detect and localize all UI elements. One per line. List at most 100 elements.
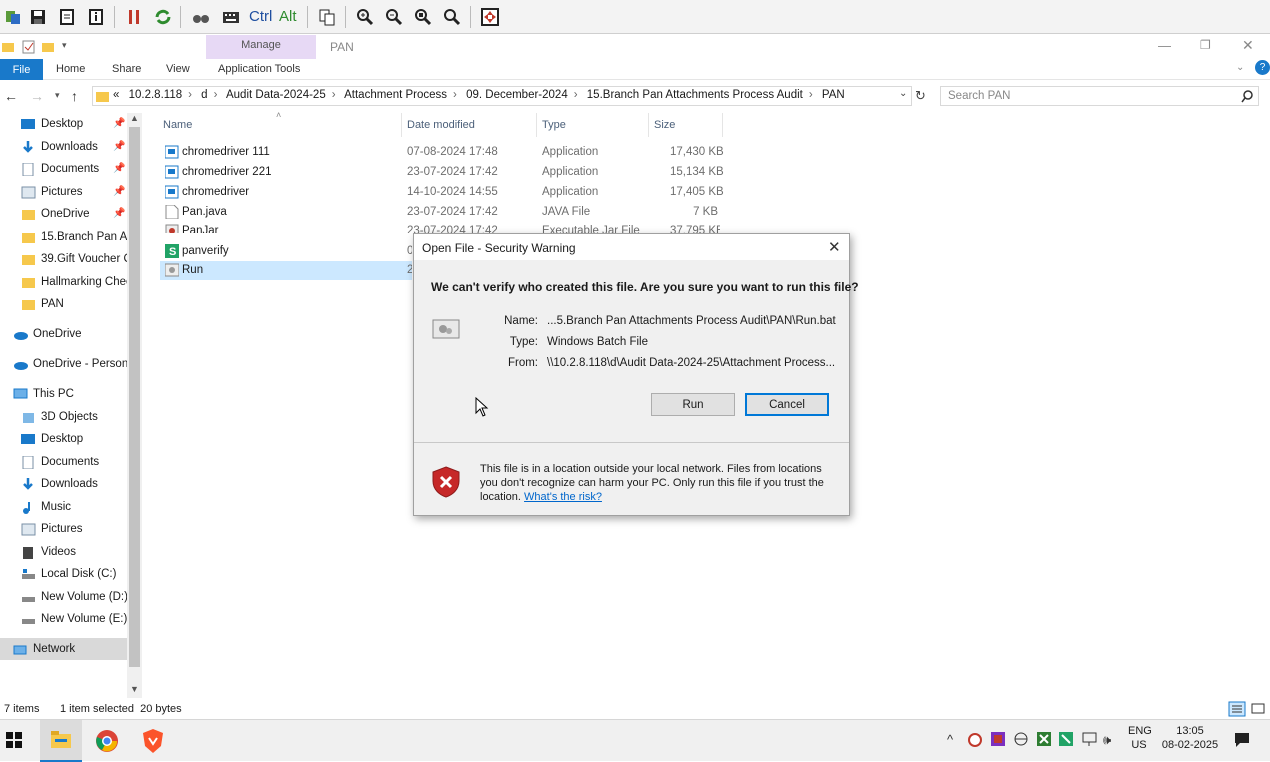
send-file-icon[interactable] [2, 6, 24, 28]
nav-onedrive-personal[interactable]: OneDrive - Persona [13, 355, 128, 373]
chrome-icon[interactable] [95, 729, 119, 753]
recent-locations-icon[interactable]: ▾ [55, 90, 60, 101]
details-view-icon[interactable] [1228, 701, 1246, 717]
notifications-icon[interactable] [1234, 732, 1250, 748]
address-bar[interactable]: « 10.2.8.118 › d › Audit Data-2024-25 › Att… [92, 86, 912, 106]
binoculars-icon[interactable] [190, 6, 212, 28]
nav-onedrive[interactable]: OneDrive [13, 325, 82, 343]
refresh-icon[interactable]: ↻ [915, 88, 926, 104]
maximize-button[interactable]: ❐ [1200, 38, 1211, 52]
tab-share[interactable]: Share [112, 63, 141, 75]
copy-icon[interactable] [316, 6, 338, 28]
antivirus-tray-icon[interactable] [967, 732, 983, 748]
help-icon[interactable]: ? [1255, 60, 1270, 75]
nav-network[interactable]: Network [13, 640, 75, 658]
nav-hallmarking[interactable]: Hallmarking Chec [21, 273, 128, 291]
tab-view[interactable]: View [166, 63, 190, 75]
nav-onedrive-folder[interactable]: OneDrive [21, 205, 90, 223]
whats-the-risk-link[interactable]: What's the risk? [524, 491, 602, 503]
column-header-type[interactable]: Type [542, 119, 566, 131]
file-explorer-taskbar-button[interactable] [40, 720, 82, 762]
volume-icon[interactable]: 🕪 [1103, 732, 1111, 748]
zoom-out-icon[interactable] [383, 6, 405, 28]
tab-file[interactable]: File [0, 59, 43, 80]
nav-this-pc[interactable]: This PC [13, 385, 74, 403]
column-header-date[interactable]: Date modified [407, 119, 475, 131]
brave-icon[interactable] [141, 728, 165, 754]
file-row[interactable]: chromedriver 111 07-08-2024 17:48 Applicat… [160, 143, 724, 162]
address-dropdown-icon[interactable]: ⌄ [899, 88, 907, 99]
breadcrumb-december[interactable]: 09. December-2024 [466, 89, 568, 101]
nav-pan[interactable]: PAN [21, 295, 64, 313]
excel-tray-icon[interactable] [1058, 731, 1074, 747]
nav-pc-downloads[interactable]: Downloads [21, 475, 98, 493]
nav-3d-objects[interactable]: 3D Objects [21, 408, 98, 426]
tool-tray-icon[interactable] [1036, 731, 1052, 747]
search-input[interactable]: Search PAN [940, 86, 1259, 106]
ctrl-key-button[interactable]: Ctrl [249, 8, 272, 25]
tab-home[interactable]: Home [56, 63, 85, 75]
network-status-icon[interactable] [1081, 731, 1099, 747]
nav-pictures[interactable]: Pictures [21, 183, 83, 201]
file-row[interactable]: chromedriver 221 23-07-2024 17:42 Applicat… [160, 163, 724, 182]
file-row-selected[interactable]: Run 2 [160, 261, 412, 280]
properties-icon[interactable] [56, 6, 78, 28]
column-header-name[interactable]: Name [163, 119, 192, 131]
breadcrumb-host[interactable]: 10.2.8.118 [129, 89, 183, 101]
fullscreen-icon[interactable] [479, 6, 501, 28]
minimize-button[interactable]: — [1158, 38, 1171, 53]
chevron-down-icon[interactable]: ▾ [62, 40, 67, 51]
pause-icon[interactable] [123, 6, 145, 28]
zoom-in-icon[interactable] [354, 6, 376, 28]
nav-pc-desktop[interactable]: Desktop [21, 430, 83, 448]
info-icon[interactable] [85, 6, 107, 28]
breadcrumb-overflow[interactable]: « [113, 89, 119, 101]
run-button[interactable]: Run [651, 393, 735, 416]
nav-desktop[interactable]: Desktop [21, 115, 83, 133]
cancel-button[interactable]: Cancel [745, 393, 829, 416]
breadcrumb-attachment-process[interactable]: Attachment Process [344, 89, 447, 101]
file-row[interactable]: S panverify 0 [160, 242, 412, 261]
ribbon-expand-icon[interactable]: ⌄ [1236, 62, 1244, 73]
properties-icon[interactable] [22, 40, 36, 54]
clock[interactable]: 13:05 08-02-2025 [1159, 725, 1221, 751]
nav-new-volume-d[interactable]: New Volume (D:) [21, 588, 128, 606]
nav-documents[interactable]: Documents [21, 160, 99, 178]
zoom-actual-icon[interactable] [441, 6, 463, 28]
back-arrow-icon[interactable]: ← [4, 88, 18, 104]
nav-new-volume-e[interactable]: New Volume (E:) [21, 610, 127, 628]
column-header-size[interactable]: Size [654, 119, 675, 131]
nav-scrollbar[interactable]: ▲ ▼ [127, 113, 142, 698]
alt-key-button[interactable]: Alt [279, 8, 297, 25]
refresh-icon[interactable] [152, 6, 174, 28]
file-row[interactable]: Pan.java 23-07-2024 17:42 JAVA File 7 KB [160, 203, 720, 222]
nav-pc-pictures[interactable]: Pictures [21, 520, 83, 538]
nav-branch-pan[interactable]: 15.Branch Pan Att [21, 228, 128, 246]
network-globe-icon[interactable] [1013, 731, 1029, 747]
forward-arrow-icon[interactable]: → [30, 88, 44, 104]
close-icon[interactable]: ✕ [828, 238, 841, 256]
keyboard-icon[interactable] [220, 6, 242, 28]
file-row[interactable]: PanJar 23-07-2024 17:42 Executable Jar Fil… [160, 222, 720, 233]
scroll-down-icon[interactable]: ▼ [130, 684, 139, 694]
breadcrumb-branch-pan[interactable]: 15.Branch Pan Attachments Process Audit [587, 89, 803, 101]
breadcrumb-pan[interactable]: PAN [822, 89, 845, 101]
nav-videos[interactable]: Videos [21, 543, 76, 561]
close-window-button[interactable]: ✕ [1242, 37, 1254, 54]
breadcrumb-audit-data[interactable]: Audit Data-2024-25 [226, 89, 326, 101]
tab-application-tools[interactable]: Application Tools [218, 63, 300, 75]
scroll-thumb[interactable] [129, 127, 140, 667]
input-language[interactable]: ENG US [1128, 725, 1152, 751]
up-arrow-icon[interactable]: ↑ [71, 88, 78, 104]
zoom-fit-icon[interactable] [412, 6, 434, 28]
app-tray-icon[interactable] [990, 731, 1006, 747]
nav-gift-voucher[interactable]: 39.Gift Voucher C [21, 250, 128, 268]
new-folder-icon[interactable] [42, 40, 56, 54]
nav-pc-documents[interactable]: Documents [21, 453, 99, 471]
nav-downloads[interactable]: Downloads [21, 138, 98, 156]
show-hidden-icons-icon[interactable]: ^ [947, 732, 953, 747]
scroll-up-icon[interactable]: ▲ [130, 113, 139, 123]
windows-start-icon[interactable] [6, 732, 22, 748]
file-row[interactable]: chromedriver 14-10-2024 14:55 Application 1… [160, 183, 724, 202]
save-icon[interactable] [27, 6, 49, 28]
